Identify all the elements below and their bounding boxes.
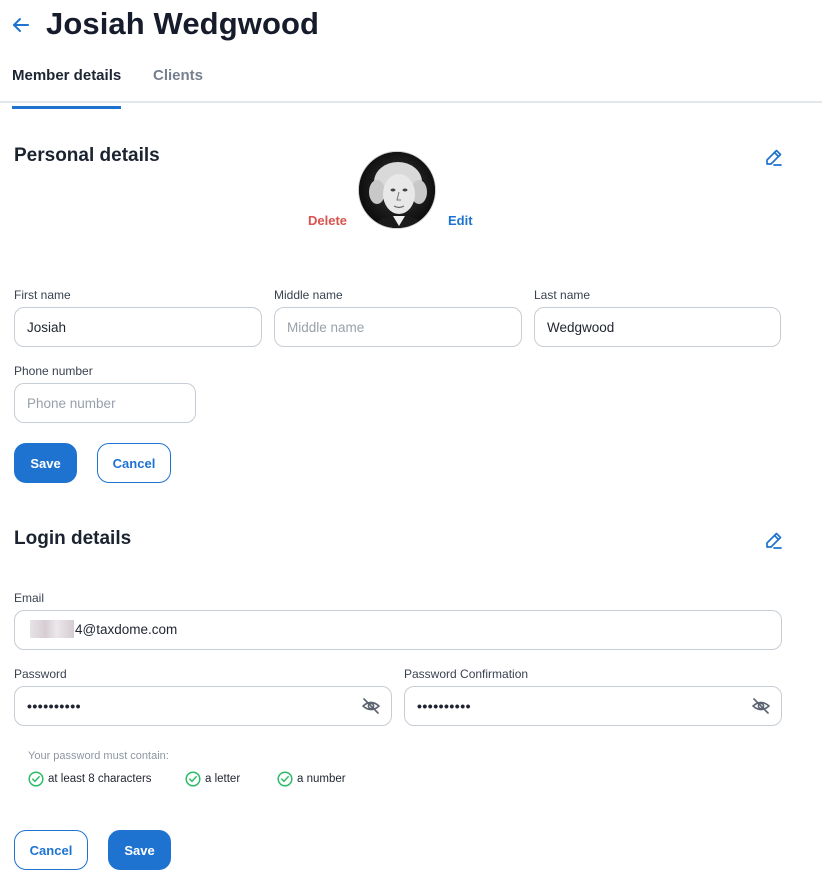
personal-cancel-button[interactable]: Cancel: [97, 443, 171, 483]
first-name-label: First name: [14, 288, 71, 302]
edit-photo-link[interactable]: Edit: [448, 213, 473, 228]
first-name-field[interactable]: Josiah: [14, 307, 262, 347]
phone-number-label: Phone number: [14, 364, 93, 378]
login-save-button[interactable]: Save: [108, 830, 171, 870]
email-label: Email: [14, 591, 45, 605]
delete-photo-link[interactable]: Delete: [308, 213, 347, 228]
middle-name-field[interactable]: Middle name: [274, 307, 522, 347]
requirement-label: at least 8 characters: [48, 773, 152, 785]
email-value: 4@taxdome.com: [75, 622, 178, 637]
login-cancel-button[interactable]: Cancel: [14, 830, 88, 870]
pencil-icon[interactable]: [764, 530, 784, 550]
last-name-field[interactable]: Wedgwood: [534, 307, 781, 347]
middle-name-label: Middle name: [274, 288, 343, 302]
requirement-item: a number: [277, 771, 346, 787]
page-title: Josiah Wedgwood: [46, 6, 320, 41]
requirement-item: at least 8 characters: [28, 771, 152, 787]
password-masked-value: ••••••••••: [27, 698, 82, 714]
check-circle-icon: [277, 771, 293, 787]
tab-bar: Member details Clients: [0, 60, 822, 109]
requirement-label: a number: [297, 773, 346, 785]
phone-number-field[interactable]: Phone number: [14, 383, 196, 423]
avatar: [358, 151, 436, 229]
eye-off-icon[interactable]: [361, 696, 381, 716]
tab-clients[interactable]: Clients: [153, 67, 203, 84]
check-circle-icon: [185, 771, 201, 787]
check-circle-icon: [28, 771, 44, 787]
pencil-icon[interactable]: [764, 147, 784, 167]
password-confirmation-label: Password Confirmation: [404, 667, 529, 681]
password-field[interactable]: ••••••••••: [14, 686, 392, 726]
personal-save-button[interactable]: Save: [14, 443, 77, 483]
tab-member-details[interactable]: Member details: [12, 67, 122, 109]
login-details-heading: Login details: [14, 528, 132, 549]
password-label: Password: [14, 667, 67, 681]
password-requirements-title: Your password must contain:: [28, 750, 169, 762]
password-confirmation-masked-value: ••••••••••: [417, 698, 472, 714]
requirement-item: a letter: [185, 771, 240, 787]
password-confirmation-field[interactable]: ••••••••••: [404, 686, 782, 726]
eye-off-icon[interactable]: [751, 696, 771, 716]
personal-details-heading: Personal details: [14, 145, 160, 166]
back-arrow-icon[interactable]: [10, 14, 32, 36]
redacted-email-prefix: [30, 620, 74, 638]
last-name-label: Last name: [534, 288, 591, 302]
requirement-label: a letter: [205, 773, 241, 785]
